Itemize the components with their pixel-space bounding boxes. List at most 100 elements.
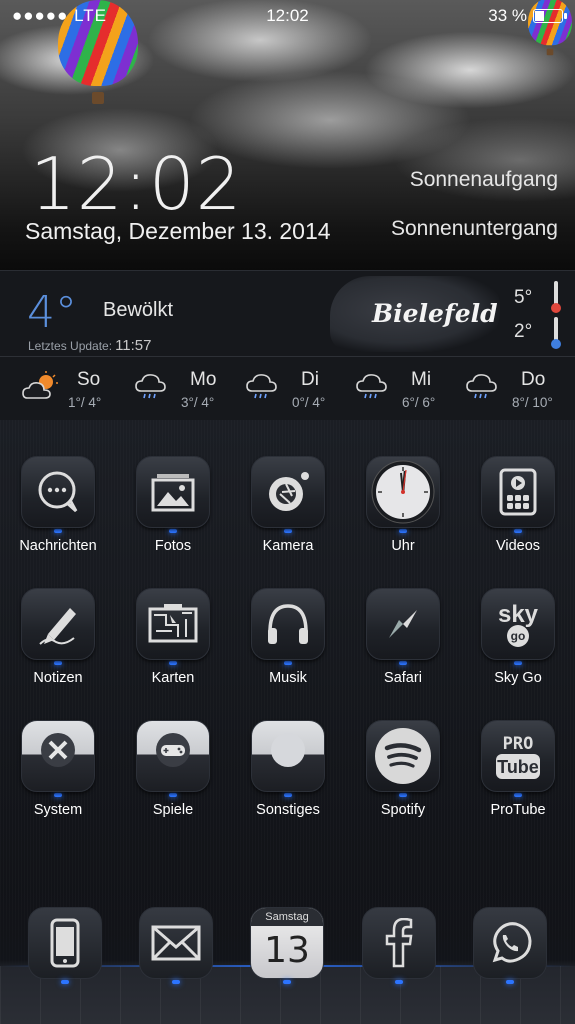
high-temperature: 5° bbox=[514, 287, 533, 308]
rain-cloud-icon bbox=[356, 374, 387, 399]
chat-bubble-icon bbox=[38, 471, 78, 513]
dock-phone[interactable] bbox=[28, 907, 102, 984]
folder-sonstiges[interactable]: Sonstiges bbox=[233, 720, 343, 818]
app-label: ProTube bbox=[490, 802, 546, 818]
tools-icon bbox=[41, 733, 75, 767]
weather-widget[interactable]: 4° Bewölkt Letztes Update: 11:57 Bielefel… bbox=[0, 270, 575, 420]
app-musik[interactable]: Musik bbox=[233, 588, 343, 686]
clock-icon bbox=[371, 460, 435, 524]
dock: Samstag 13 bbox=[0, 890, 575, 1024]
folder-system[interactable]: System bbox=[3, 720, 113, 818]
forecast-day: Mi 6°/ 6° bbox=[356, 359, 468, 419]
whatsapp-icon bbox=[492, 922, 532, 963]
app-label: Spiele bbox=[152, 802, 194, 818]
app-label: Videos bbox=[495, 538, 541, 554]
last-update: Letztes Update: 11:57 bbox=[28, 337, 152, 354]
forecast-day-name: Mi bbox=[411, 369, 432, 390]
forecast-range: 3°/ 4° bbox=[181, 395, 215, 410]
last-update-time: 11:57 bbox=[115, 337, 152, 354]
forecast-day: So 1°/ 4° bbox=[22, 359, 134, 419]
forecast-day: Do 8°/ 10° bbox=[466, 359, 575, 419]
partly-cloudy-icon bbox=[22, 371, 58, 399]
forecast-day: Di 0°/ 4° bbox=[246, 359, 358, 419]
app-label: Musik bbox=[269, 670, 307, 686]
facebook-icon bbox=[385, 918, 413, 968]
photos-icon bbox=[151, 474, 195, 512]
app-label: Karten bbox=[151, 670, 195, 686]
app-nachrichten[interactable]: Nachrichten bbox=[3, 456, 113, 554]
rain-cloud-icon bbox=[135, 374, 166, 399]
forecast-range: 8°/ 10° bbox=[512, 395, 553, 410]
status-bar: ●●●●● LTE 12:02 33 % bbox=[0, 0, 575, 32]
dock-calendar[interactable]: Samstag 13 bbox=[250, 907, 324, 984]
app-safari[interactable]: Safari bbox=[348, 588, 458, 686]
folder-icon bbox=[271, 733, 305, 767]
mail-icon bbox=[151, 925, 201, 961]
app-label: Spotify bbox=[380, 802, 426, 818]
go-logo-text: go bbox=[511, 629, 526, 643]
phone-icon bbox=[50, 918, 80, 968]
protube-tube-text: Tube bbox=[497, 757, 539, 777]
calendar-weekday: Samstag bbox=[251, 908, 323, 926]
map-icon bbox=[148, 604, 198, 643]
app-label: Uhr bbox=[391, 538, 415, 554]
pen-icon bbox=[39, 608, 76, 645]
current-temperature: 4° bbox=[27, 287, 77, 338]
forecast-range: 0°/ 4° bbox=[292, 395, 326, 410]
app-karten[interactable]: Karten bbox=[118, 588, 228, 686]
folder-spiele[interactable]: Spiele bbox=[118, 720, 228, 818]
forecast-range: 6°/ 6° bbox=[402, 395, 436, 410]
app-label: Kamera bbox=[262, 538, 314, 554]
thermometer-cold-icon bbox=[551, 317, 561, 349]
camera-aperture-icon bbox=[269, 472, 309, 511]
dock-whatsapp[interactable] bbox=[473, 907, 547, 984]
gamepad-icon bbox=[156, 733, 190, 767]
video-player-icon bbox=[499, 468, 537, 516]
app-notizen[interactable]: Notizen bbox=[3, 588, 113, 686]
protube-icon: PRO Tube bbox=[496, 734, 540, 779]
headphones-icon bbox=[268, 604, 308, 644]
forecast-day-name: Mo bbox=[190, 369, 217, 390]
spotify-icon bbox=[375, 728, 431, 784]
rain-cloud-icon bbox=[466, 374, 497, 399]
forecast-day-name: Di bbox=[301, 369, 319, 390]
weather-condition: Bewölkt bbox=[103, 299, 174, 321]
app-label: Safari bbox=[384, 670, 422, 686]
last-update-label: Letztes Update: bbox=[28, 339, 113, 353]
forecast-day-name: So bbox=[77, 369, 101, 390]
app-uhr[interactable]: Uhr bbox=[348, 456, 458, 554]
clock-date: Samstag, Dezember 13. 2014 bbox=[25, 218, 331, 244]
clock-time: 12:02 bbox=[30, 142, 243, 226]
app-spotify[interactable]: Spotify bbox=[348, 720, 458, 818]
low-temperature: 2° bbox=[514, 321, 533, 342]
app-label: System bbox=[33, 802, 83, 818]
city-name: Bielefeld bbox=[372, 299, 498, 328]
app-label: Nachrichten bbox=[19, 538, 97, 554]
forecast-day-name: Do bbox=[521, 369, 546, 390]
dock-facebook[interactable] bbox=[362, 907, 436, 984]
app-label: Sky Go bbox=[494, 670, 542, 686]
dock-mail[interactable] bbox=[139, 907, 213, 984]
app-label: Fotos bbox=[154, 538, 192, 554]
protube-pro-text: PRO bbox=[503, 734, 534, 754]
sky-logo-text: sky bbox=[498, 601, 539, 628]
forecast-day: Mo 3°/ 4° bbox=[135, 359, 247, 419]
app-protube[interactable]: PRO Tube ProTube bbox=[463, 720, 573, 818]
compass-icon bbox=[389, 610, 417, 638]
sunset-label: Sonnenuntergang bbox=[391, 217, 558, 240]
app-fotos[interactable]: Fotos bbox=[118, 456, 228, 554]
app-label: Sonstiges bbox=[256, 802, 320, 818]
app-kamera[interactable]: Kamera bbox=[233, 456, 343, 554]
calendar-day: 13 bbox=[264, 930, 310, 971]
battery-icon bbox=[533, 9, 567, 23]
forecast-range: 1°/ 4° bbox=[68, 395, 102, 410]
sunrise-label: Sonnenaufgang bbox=[409, 168, 558, 191]
app-videos[interactable]: Videos bbox=[463, 456, 573, 554]
rain-cloud-icon bbox=[246, 374, 277, 399]
thermometer-hot-icon bbox=[551, 281, 561, 313]
app-sky-go[interactable]: sky go Sky Go bbox=[463, 588, 573, 686]
battery-percent: 33 % bbox=[488, 6, 527, 25]
sky-go-logo-icon: sky go bbox=[498, 601, 539, 647]
app-label: Notizen bbox=[33, 670, 83, 686]
forecast-row: So 1°/ 4° Mo 3°/ 4° Di 0°/ 4° Mi 6°/ 6° … bbox=[0, 359, 575, 419]
